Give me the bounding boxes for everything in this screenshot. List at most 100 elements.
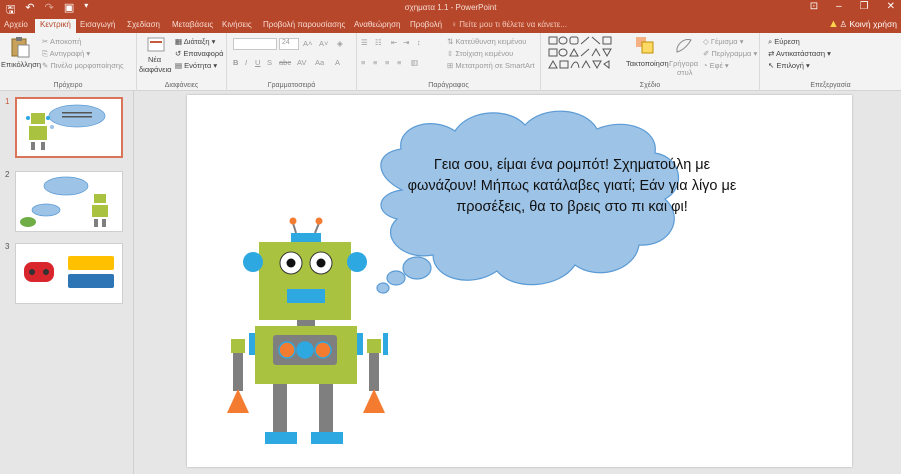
shape-outline-button[interactable]: ✐ Περίγραμμα ▾ [703,49,757,58]
numbering-icon[interactable]: ☷ [375,38,382,47]
align-text-button[interactable]: ⇳ Στοίχιση κειμένου [447,49,513,58]
minimize-button[interactable]: – [836,1,842,12]
slide-1-preview [26,104,106,150]
tab-transitions[interactable]: Μεταβάσεις [172,20,213,29]
bullets-icon[interactable]: ☰ [361,38,368,47]
smartart-button[interactable]: ⊞ Μετατροπή σε SmartArt [447,61,535,70]
reset-button[interactable]: ↺ Επαναφορά [175,49,224,58]
title-bar: 🖫 ↶ ↷ ▣ ▾ σχηματα 1.1 - PowerPoint ⊡ – ❐… [0,0,901,18]
format-painter-button[interactable]: ✎ Πινέλο μορφοποίησης [42,61,124,70]
group-label-slides: Διαφάνειες [164,82,199,89]
slide-canvas[interactable]: Γεια σου, είμαι ένα ρομπότ! Σχηματούλη μ… [187,95,852,467]
shape-fill-button[interactable]: ◇ Γέμισμα ▾ [703,37,743,46]
slide-number-1: 1 [5,97,10,106]
slide-thumbnail-2[interactable] [15,171,123,232]
slide-thumbnail-3[interactable] [15,243,123,304]
justify-icon[interactable]: ≡ [397,58,401,67]
layout-icon: ▦ [175,37,184,46]
paste-label: Επικόλληση [1,60,42,69]
replace-button[interactable]: ⇄ Αντικατάσταση ▾ [768,49,831,58]
shapes-gallery-icons [548,36,612,70]
increase-indent-icon[interactable]: ⇥ [403,38,409,47]
ribbon-tabs: Αρχείο Κεντρική Εισαγωγή Σχεδίαση Μεταβά… [0,18,901,33]
arrange-button[interactable]: Τακτοποίηση [626,35,669,75]
slide-2-preview [20,176,108,227]
slide-thumbnail-1[interactable] [15,97,123,158]
clear-format-icon[interactable]: ◈ [337,39,343,48]
char-spacing-icon[interactable]: AV [297,58,306,67]
cut-button[interactable]: ✂ Αποκοπή [42,37,81,46]
align-left-icon[interactable]: ≡ [361,58,365,67]
font-size-input[interactable]: 24 [279,38,299,50]
section-button[interactable]: ▤ Ενότητα ▾ [175,61,217,70]
new-slide-label: Νέα [148,55,162,64]
ribbon: Επικόλληση ✂ Αποκοπή ⎘ Αντιγραφή ▾ ✎ Πιν… [0,33,901,91]
main-area: 1 2 3 Γεια σου, είμαι ένα ρομπότ! Σχηματ… [0,91,901,474]
align-right-icon[interactable]: ≡ [385,58,389,67]
scissors-icon: ✂ [42,37,50,46]
underline-button[interactable]: U [255,58,260,67]
slide-number-2: 2 [5,170,10,179]
group-label-drawing: Σχέδιο [639,82,661,89]
select-button[interactable]: ↖ Επιλογή ▾ [768,61,810,70]
tab-view[interactable]: Προβολή [410,20,442,29]
line-spacing-icon[interactable]: ↕ [417,38,421,47]
font-family-input[interactable] [233,38,277,50]
paint-bucket-icon: ◇ [703,37,711,46]
shape-effects-button[interactable]: ◔ Εφέ ▾ [703,61,729,70]
new-slide-button[interactable]: Νέα διαφάνεια [139,35,172,77]
warning-icon[interactable]: ▲ [828,18,839,30]
columns-icon[interactable]: ▥ [411,58,418,67]
tab-insert[interactable]: Εισαγωγή [80,20,115,29]
tab-file[interactable]: Αρχείο [4,20,28,29]
layout-button[interactable]: ▦ Διάταξη ▾ [175,37,215,46]
tab-slideshow[interactable]: Προβολή παρουσίασης [263,20,345,29]
font-color-icon[interactable]: A [335,58,340,67]
paste-button[interactable]: Επικόλληση [1,35,41,73]
tab-review[interactable]: Αναθεώρηση [354,20,400,29]
group-slides: Νέα διαφάνεια ▦ Διάταξη ▾ ↺ Επαναφορά ▤ … [137,33,227,91]
shapes-gallery[interactable] [547,35,623,73]
new-slide-label-2: διαφάνεια [139,65,172,74]
quick-styles-label-2: στυλ [677,68,693,77]
share-button[interactable]: ♙ Κοινή χρήση [839,19,897,30]
slide-thumbnails-pane: 1 2 3 [0,91,134,474]
bold-button[interactable]: B [233,58,238,67]
ribbon-display-icon[interactable]: ⊡ [810,1,818,12]
strikethrough-button[interactable]: abc [279,58,291,67]
speech-text[interactable]: Γεια σου, είμαι ένα ρομπότ! Σχηματούλη μ… [407,155,737,218]
tab-design[interactable]: Σχεδίαση [127,20,160,29]
grow-font-icon[interactable]: A˄ [303,39,312,48]
arrange-label: Τακτοποίηση [626,59,669,68]
arrange-icon [636,37,654,54]
group-paragraph: ☰ ☷ ⇤ ⇥ ↕ ≡ ≡ ≡ ≡ ▥ ⇅ Κατεύθυνση κειμένο… [357,33,541,91]
restore-button[interactable]: ❐ [860,1,869,12]
paste-icon [11,37,30,58]
document-title: σχηματα 1.1 - PowerPoint [404,3,497,12]
decrease-indent-icon[interactable]: ⇤ [391,38,397,47]
close-button[interactable]: ✕ [887,1,895,12]
tell-me-search[interactable]: ♀ Πείτε μου τι θέλετε να κάνετε... [451,20,567,29]
italic-button[interactable]: I [245,58,247,67]
user-icon: ♙ [839,19,850,29]
slide-3-preview [24,256,114,288]
window-controls: ⊡ – ❐ ✕ [810,1,895,12]
slide-artwork [227,110,680,444]
text-direction-button[interactable]: ⇅ Κατεύθυνση κειμένου [447,37,526,46]
group-label-editing: Επεξεργασία [810,82,851,89]
change-case-icon[interactable]: Aa [315,58,324,67]
shrink-font-icon[interactable]: A˅ [319,39,328,48]
align-center-icon[interactable]: ≡ [373,58,377,67]
tab-animations[interactable]: Κινήσεις [222,20,252,29]
group-editing: ⌕ Εύρεση ⇄ Αντικατάσταση ▾ ↖ Επιλογή ▾ Ε… [760,33,901,91]
new-slide-icon [147,37,165,52]
copy-button[interactable]: ⎘ Αντιγραφή ▾ [42,49,90,59]
tab-home[interactable]: Κεντρική [35,19,76,33]
copy-icon: ⎘ [42,49,50,58]
find-button[interactable]: ⌕ Εύρεση [768,37,800,47]
shadow-button[interactable]: S [267,58,272,67]
group-label-clipboard: Πρόχειρο [53,82,83,89]
quick-styles-button[interactable]: Γρήγορα στυλ [667,35,701,77]
quick-styles-label: Γρήγορα [669,59,699,68]
group-font: 24 A˄ A˅ ◈ B I U S abc AV Aa A Γραμματοσ… [227,33,357,91]
